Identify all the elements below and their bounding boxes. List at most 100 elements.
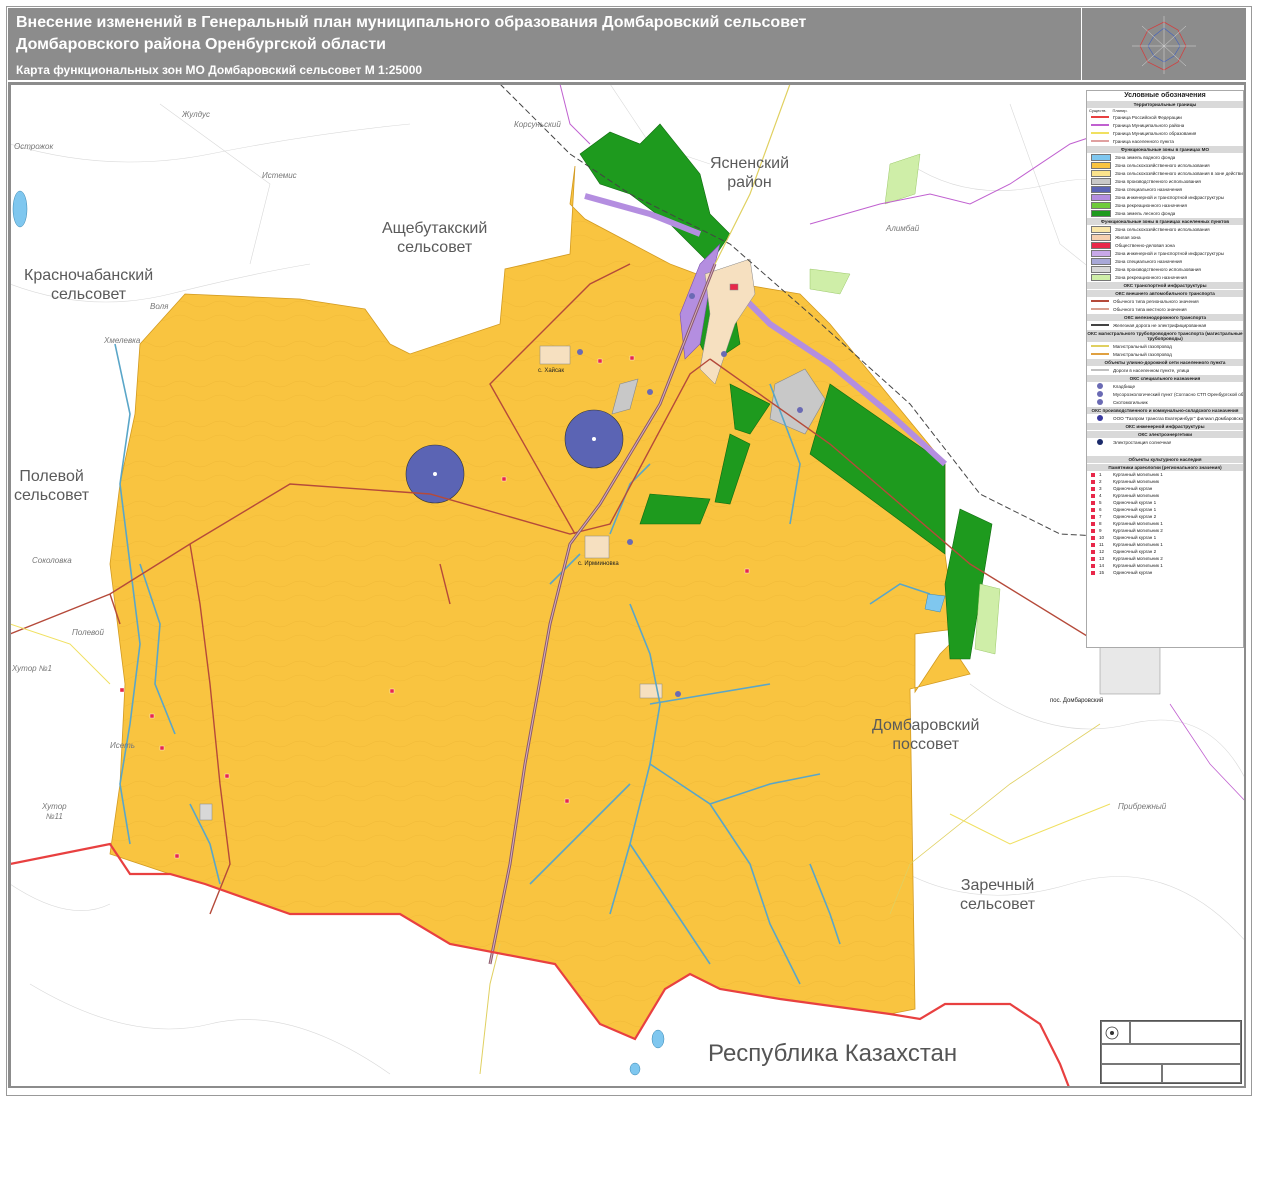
legend-section-header: Территориальные границы — [1087, 101, 1243, 108]
legend-line-swatch — [1091, 300, 1109, 302]
legend-item: Зона специального назначения — [1087, 185, 1243, 193]
legend-item-label: Мусороэкологический пункт (Согласно СТП … — [1113, 391, 1243, 397]
legend-item: Скотомогильник — [1087, 398, 1243, 406]
heritage-item: 10 Одиночный курган 1 — [1087, 534, 1243, 541]
heritage-marker-icon — [1091, 521, 1095, 526]
heritage-number: 4 — [1099, 493, 1102, 498]
map-title-line2: Домбаровского района Оренбургской област… — [16, 36, 386, 53]
legend-item: Зона производственного использования — [1087, 265, 1243, 273]
legend-line-swatch — [1091, 124, 1109, 126]
heritage-marker-icon — [1091, 507, 1095, 512]
legend-item-label: Зона земель водного фонда — [1115, 154, 1176, 160]
legend-line-swatch — [1091, 324, 1109, 326]
heritage-label: Курганный могильник 1 — [1113, 472, 1163, 477]
place-sokolovka: Соколовка — [32, 556, 72, 565]
place-pos-dombarovsky: пос. Домбаровский — [1050, 698, 1104, 704]
legend-item: Электростанция солнечная — [1087, 438, 1243, 446]
legend-fill-swatch — [1091, 185, 1111, 193]
legend-fill-swatch — [1091, 161, 1111, 169]
heritage-label: Курганный могильник 1 — [1113, 521, 1163, 526]
legend-symbol-icon — [1097, 415, 1103, 421]
legend-item-label: Зона инженерной и транспортной инфрастру… — [1115, 194, 1224, 200]
region-label-krasnochaban: Красночабанский сельсовет — [24, 267, 154, 304]
heritage-item: 1 Курганный могильник 1 — [1087, 471, 1243, 478]
heritage-item: 2 Курганный могильник — [1087, 478, 1243, 485]
place-polevoy: Полевой — [72, 628, 104, 637]
legend-fill-swatch — [1091, 153, 1111, 161]
legend-item-label: Электростанция солнечная — [1113, 439, 1172, 445]
legend-item: ООО "Газпром трансгаз Екатеринбург" фили… — [1087, 414, 1243, 422]
legend-line-swatch — [1091, 369, 1109, 371]
legend-line-swatch — [1091, 116, 1109, 118]
legend-item: Зона земель лесного фонда — [1087, 209, 1243, 217]
legend-item-label: Зона рекреационного назначения — [1115, 274, 1187, 280]
legend-item: Общественно-деловая зона — [1087, 241, 1243, 249]
heritage-label: Курганный могильник 1 — [1113, 563, 1163, 568]
legend-section-header: Функциональные зоны в границах населенны… — [1087, 218, 1243, 225]
legend-item-label: Зона производственного использования — [1115, 266, 1201, 272]
heritage-marker-icon — [1091, 514, 1095, 519]
map-title-line1: Внесение изменений в Генеральный план му… — [16, 14, 807, 31]
region-label-ashchebutak: Ащебутакский сельсовет — [382, 220, 488, 257]
legend-item: Обычного типа регионального значения — [1087, 297, 1243, 305]
heritage-item: 14 Курганный могильник 1 — [1087, 562, 1243, 569]
legend-item: Жилая зона — [1087, 233, 1243, 241]
place-s-khaysak: с. Хайсак — [538, 368, 564, 374]
heritage-number: 5 — [1099, 500, 1102, 505]
heritage-item: 8 Курганный могильник 1 — [1087, 520, 1243, 527]
legend-fill-swatch — [1091, 169, 1111, 177]
legend-column-label: Планир. — [1112, 108, 1128, 113]
heritage-marker-icon — [1091, 570, 1095, 575]
heritage-label: Одиночный курган — [1113, 486, 1153, 491]
map-subtitle: Карта функциональных зон МО Домбаровский… — [16, 63, 423, 77]
legend-section-header: ОКС специального назначения — [1087, 375, 1243, 382]
legend-item-label: Скотомогильник — [1113, 399, 1148, 405]
heritage-marker-icon — [1091, 563, 1095, 568]
legend-symbol-icon — [1097, 383, 1103, 389]
legend-fill-swatch — [1091, 201, 1111, 209]
legend-symbol-icon — [1097, 399, 1103, 405]
legend-line-swatch — [1091, 140, 1109, 142]
legend-item: Зона инженерной и транспортной инфрастру… — [1087, 249, 1243, 257]
legend-symbol-icon — [1097, 391, 1103, 397]
legend-fill-swatch — [1091, 257, 1111, 265]
heritage-marker-icon — [1091, 535, 1095, 540]
heritage-label: Одиночный курган 1 — [1113, 500, 1157, 505]
legend-item-label: Граница Муниципального образования — [1113, 130, 1197, 136]
legend-item: Зона сельскохозяйственного использования… — [1087, 169, 1243, 177]
heritage-item: 7 Одиночный курган 2 — [1087, 513, 1243, 520]
map-canvas — [10, 84, 1244, 1086]
heritage-label: Одиночный курган 1 — [1113, 507, 1157, 512]
legend-item: Граница Муниципального района — [1087, 121, 1243, 129]
heritage-label: Курганный могильник 1 — [1113, 542, 1163, 547]
heritage-title: Объекты культурного наследия — [1087, 456, 1243, 463]
heritage-number: 13 — [1099, 556, 1105, 561]
legend-item-label: Магистральный газопровод — [1113, 343, 1172, 349]
legend-symbol-icon — [1097, 439, 1103, 445]
legend-section-header: Объекты улично-дорожной сети населенного… — [1087, 359, 1243, 366]
title-block: Внесение изменений в Генеральный план му… — [8, 8, 1081, 80]
region-label-polevoy: Полевой сельсовет — [14, 468, 90, 505]
legend-item-label: ООО "Газпром трансгаз Екатеринбург" фили… — [1113, 415, 1243, 421]
legend-item: Зона сельскохозяйственного использования — [1087, 225, 1243, 233]
heritage-label: Курганный могильник — [1113, 493, 1159, 498]
heritage-label: Курганный могильник — [1113, 479, 1159, 484]
heritage-label: Курганный могильник 2 — [1113, 528, 1163, 533]
legend-section-header: ОКС железнодорожного транспорта — [1087, 314, 1243, 321]
heritage-number: 3 — [1099, 486, 1102, 491]
legend-fill-swatch — [1091, 225, 1111, 233]
legend-item-label: Зона сельскохозяйственного использования… — [1115, 170, 1243, 176]
legend-item-label: Граница населенного пункта — [1113, 138, 1174, 144]
heritage-subtitle: Памятники археологии (регионального знач… — [1087, 464, 1243, 471]
legend-line-swatch — [1091, 308, 1109, 310]
heritage-label: Одиночный курган 2 — [1113, 514, 1157, 519]
legend-item: Зона сельскохозяйственного использования — [1087, 161, 1243, 169]
region-label-yasnenskiy: Ясненский район — [710, 155, 789, 192]
legend-item: Зона специального назначения — [1087, 257, 1243, 265]
legend-item-label: Кладбище — [1113, 383, 1136, 389]
title-stamp — [1100, 1020, 1242, 1084]
legend-item-label: Зона инженерной и транспортной инфрастру… — [1115, 250, 1224, 256]
heritage-marker-icon — [1091, 479, 1095, 484]
heritage-number: 11 — [1099, 542, 1104, 547]
region-label-zarechny: Заречный сельсовет — [960, 877, 1036, 914]
